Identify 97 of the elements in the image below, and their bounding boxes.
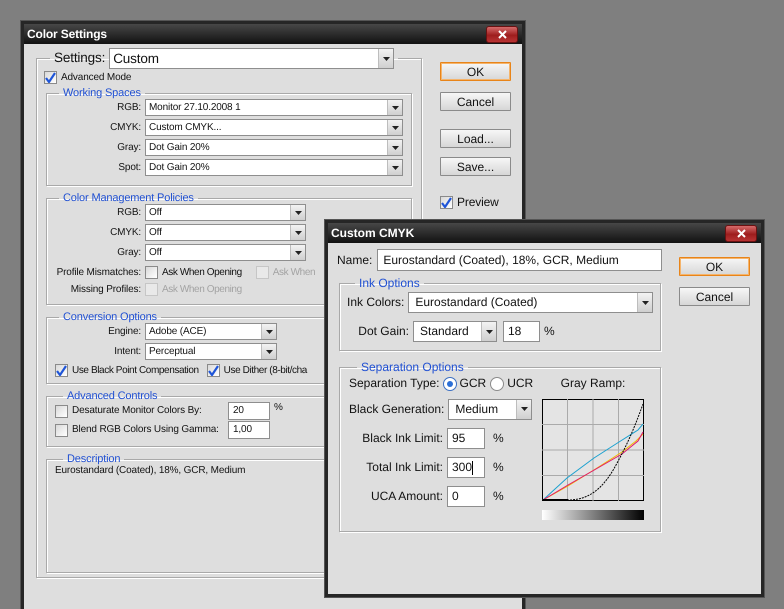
- dropdown[interactable]: Adobe (ACE): [145, 323, 277, 340]
- caret-icon: [486, 330, 492, 334]
- caret-icon: [642, 300, 649, 305]
- field-label: Ink Colors:: [347, 295, 404, 310]
- checkbox-label[interactable]: Ask When Opening: [162, 266, 242, 279]
- field-label: Black Generation:: [349, 402, 444, 416]
- input-field[interactable]: 300: [447, 456, 485, 478]
- unit-label: %: [274, 402, 283, 414]
- dropdown[interactable]: Standard: [413, 321, 497, 342]
- field-label: Gray:: [116, 246, 141, 259]
- field-label: Dot Gain:: [357, 324, 409, 339]
- window-title: Color Settings: [27, 26, 107, 42]
- dropdown[interactable]: Dot Gain 20%: [145, 139, 403, 156]
- field-label: RGB:: [116, 206, 141, 219]
- field-label: UCA Amount:: [370, 489, 443, 504]
- unit-label: %: [544, 324, 555, 339]
- group-title: Conversion Options: [62, 311, 158, 324]
- input-field[interactable]: Eurostandard (Coated), 18%, GCR, Medium: [377, 249, 662, 271]
- close-icon: [498, 30, 506, 38]
- caret-icon: [520, 407, 528, 412]
- caret-icon: [382, 56, 390, 60]
- dropdown[interactable]: Medium: [448, 398, 532, 420]
- radio-label[interactable]: GCR: [460, 376, 486, 391]
- checkbox[interactable]: [44, 71, 57, 84]
- window-title: Custom CMYK: [331, 226, 414, 240]
- dialog-button[interactable]: OK: [679, 257, 750, 276]
- group-title: Advanced Controls: [66, 390, 158, 402]
- caret-icon: [294, 230, 302, 235]
- checkbox-label[interactable]: Desaturate Monitor Colors By:: [72, 405, 202, 418]
- group-title: Ink Options: [358, 277, 421, 290]
- dialog-button[interactable]: Cancel: [440, 92, 511, 111]
- dialog-button[interactable]: OK: [440, 62, 511, 81]
- close-button[interactable]: [486, 26, 518, 42]
- caret-icon: [266, 330, 272, 334]
- radio-button[interactable]: [442, 376, 457, 391]
- checkbox-label[interactable]: Blend RGB Colors Using Gamma:: [72, 424, 219, 436]
- field-label: Black Ink Limit:: [361, 431, 443, 446]
- checkbox[interactable]: [55, 364, 68, 378]
- close-button[interactable]: [725, 224, 757, 242]
- dialog-button[interactable]: Save...: [440, 157, 511, 176]
- group-title: Description: [67, 453, 120, 466]
- checkbox[interactable]: [55, 404, 68, 418]
- input-field[interactable]: 18: [503, 321, 540, 342]
- dropdown[interactable]: Off: [145, 244, 306, 262]
- settings-label: Settings:: [54, 51, 106, 66]
- checkbox-label[interactable]: Advanced Mode: [61, 72, 132, 84]
- unit-label: %: [493, 460, 504, 474]
- checkbox[interactable]: [440, 196, 453, 209]
- description-text: Eurostandard (Coated), 18%, GCR, Medium: [55, 465, 246, 478]
- radio-label[interactable]: UCR: [507, 376, 534, 391]
- radio-button[interactable]: [490, 376, 504, 391]
- checkbox[interactable]: [55, 424, 68, 437]
- caret-icon: [392, 126, 398, 130]
- dropdown[interactable]: Off: [145, 204, 306, 222]
- caret-icon: [294, 210, 302, 215]
- field-label: CMYK:: [109, 226, 141, 239]
- checkbox-label[interactable]: Preview: [457, 195, 499, 210]
- field-label: Gray:: [116, 142, 141, 154]
- group-title: Separation Options: [360, 361, 465, 374]
- dialog-button[interactable]: Load...: [440, 129, 511, 148]
- dropdown[interactable]: Perceptual: [145, 343, 277, 360]
- caret-icon: [392, 166, 398, 170]
- field-label: Total Ink Limit:: [365, 460, 443, 474]
- input-field[interactable]: 1,00: [228, 421, 270, 440]
- dropdown[interactable]: Custom: [109, 48, 394, 69]
- field-label: Missing Profiles:: [70, 284, 141, 296]
- checkbox-label[interactable]: Use Black Point Compensation: [72, 364, 199, 377]
- caret-icon: [266, 350, 272, 354]
- unit-label: %: [493, 431, 504, 446]
- input-field[interactable]: 0: [447, 486, 485, 507]
- group-title: Color Management Policies: [62, 192, 195, 204]
- field-label: Profile Mismatches:: [56, 266, 141, 279]
- dropdown[interactable]: Dot Gain 20%: [145, 159, 403, 176]
- field-label: Engine:: [107, 326, 141, 338]
- caret-icon: [294, 250, 302, 255]
- dropdown[interactable]: Custom CMYK...: [145, 119, 403, 136]
- dropdown[interactable]: Off: [145, 224, 306, 242]
- caret-icon: [392, 146, 398, 150]
- unit-label: %: [493, 489, 504, 504]
- group-title: Working Spaces: [62, 87, 142, 100]
- field-label: Separation Type:: [349, 376, 440, 391]
- checkbox[interactable]: [206, 364, 220, 378]
- dropdown[interactable]: Monitor 27.10.2008 1: [145, 99, 403, 116]
- field-label: CMYK:: [109, 122, 141, 134]
- field-label: Spot:: [117, 162, 141, 174]
- input-field[interactable]: 20: [228, 402, 270, 420]
- caret-icon: [392, 106, 398, 110]
- dialog-button[interactable]: Cancel: [679, 287, 750, 306]
- checkbox[interactable]: [145, 266, 158, 280]
- checkbox-label[interactable]: Use Dither (8-bit/cha: [224, 364, 307, 377]
- dropdown[interactable]: Eurostandard (Coated): [408, 292, 654, 314]
- field-label: Name:: [337, 252, 372, 268]
- field-label: Intent:: [113, 346, 141, 358]
- field-label: RGB:: [116, 102, 141, 114]
- close-icon: [736, 228, 746, 238]
- chart-title: Gray Ramp:: [560, 376, 626, 391]
- input-field[interactable]: 95: [447, 428, 485, 449]
